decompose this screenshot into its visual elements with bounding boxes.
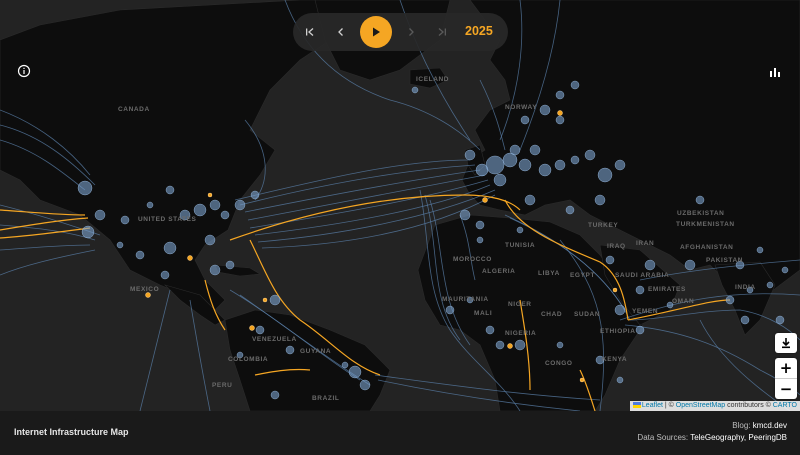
country-label-congo: CONGO [545, 360, 573, 367]
blog-label: Blog: [732, 421, 753, 430]
play-icon [373, 27, 380, 37]
country-label-morocco: MOROCCO [453, 256, 492, 263]
leaflet-link[interactable]: Leaflet [642, 402, 663, 409]
download-icon [782, 338, 790, 349]
country-label-emirates: EMIRATES [648, 286, 686, 293]
zoom-control: + − [775, 358, 797, 399]
country-label-nigeria: NIGERIA [505, 330, 537, 337]
country-label-ethiopia: ETHIOPIA [600, 328, 636, 335]
attribution-sep: | © [662, 402, 676, 409]
country-label-kenya: KENYA [602, 356, 628, 363]
stats-button[interactable] [769, 65, 781, 77]
zoom-in-button[interactable]: + [775, 358, 797, 379]
info-icon [17, 64, 31, 78]
country-label-peru: PERU [212, 382, 233, 389]
osm-link[interactable]: OpenStreetMap [676, 402, 725, 409]
download-control [775, 333, 797, 353]
country-label-brazil: BRAZIL [312, 395, 340, 402]
next-year-button[interactable] [396, 13, 426, 51]
info-button[interactable] [17, 64, 31, 78]
country-label-niger: NIGER [508, 301, 532, 308]
footer: Internet Infrastructure Map Blog: kmcd.d… [0, 411, 800, 455]
country-label-sudan: SUDAN [574, 311, 601, 318]
prev-icon [338, 28, 343, 36]
footer-credits: Blog: kmcd.dev Data Sources: TeleGeograp… [637, 420, 787, 444]
zoom-out-button[interactable]: − [775, 379, 797, 399]
country-label-norway: NORWAY [505, 104, 538, 111]
ukraine-flag-icon [632, 402, 641, 409]
country-label-oman: OMAN [672, 298, 695, 305]
carto-link[interactable]: CARTO [773, 402, 797, 409]
current-year: 2025 [465, 24, 493, 38]
country-label-afghanistan: AFGHANISTAN [680, 244, 734, 251]
bar-chart-icon [770, 68, 780, 77]
country-label-iceland: ICELAND [416, 76, 450, 83]
country-label-india: INDIA [735, 284, 756, 291]
next-icon [409, 28, 414, 36]
sources-value: TeleGeography, PeeringDB [690, 433, 787, 442]
country-label-iraq: IRAQ [607, 243, 626, 250]
first-year-button[interactable] [295, 13, 325, 51]
country-label-egypt: EGYPT [570, 272, 596, 279]
country-label-saudi-arabia: SAUDI ARABIA [615, 272, 670, 279]
country-label-turkey: TURKEY [588, 222, 619, 229]
last-icon [438, 28, 446, 36]
download-button[interactable] [775, 333, 797, 353]
attribution-contributors: contributors © [725, 402, 773, 409]
previous-year-button[interactable] [326, 13, 356, 51]
country-label-canada: CANADA [118, 106, 150, 113]
country-label-yemen: YEMEN [632, 308, 659, 315]
country-label-uzbekistan: UZBEKISTAN [677, 210, 725, 217]
country-label-guyana: GUYANA [300, 348, 332, 355]
first-icon [306, 28, 314, 36]
blog-link[interactable]: kmcd.dev [753, 421, 787, 430]
last-year-button[interactable] [427, 13, 457, 51]
country-label-mali: MALI [474, 310, 493, 317]
world-map [0, 0, 800, 411]
map-canvas[interactable]: ICELAND CANADA NORWAY UNITED STATES MEXICO TU… [0, 0, 800, 411]
country-label-libya: LIBYA [538, 270, 560, 277]
land-cuba [214, 264, 261, 277]
land-north-america [0, 0, 341, 311]
country-label-mauritania: MAURITANIA [442, 296, 489, 303]
country-label-mexico: MEXICO [130, 286, 160, 293]
country-label-tunisia: TUNISIA [505, 242, 536, 249]
country-label-united-states: UNITED STATES [138, 216, 197, 223]
map-attribution: Leaflet | © OpenStreetMap contributors ©… [629, 401, 800, 411]
timeline-player: 2025 [293, 13, 508, 51]
land-layer [0, 0, 800, 411]
country-label-pakistan: PAKISTAN [706, 257, 744, 264]
country-label-colombia: COLOMBIA [228, 356, 269, 363]
country-label-iran: IRAN [636, 240, 655, 247]
country-label-chad: CHAD [541, 311, 563, 318]
play-button[interactable] [360, 16, 392, 48]
country-label-turkmenistan: TURKMENISTAN [676, 221, 735, 228]
country-label-algeria: ALGERIA [482, 268, 516, 275]
app-title: Internet Infrastructure Map [14, 427, 129, 437]
sources-label: Data Sources: [637, 433, 691, 442]
country-label-venezuela: VENEZUELA [252, 336, 297, 343]
